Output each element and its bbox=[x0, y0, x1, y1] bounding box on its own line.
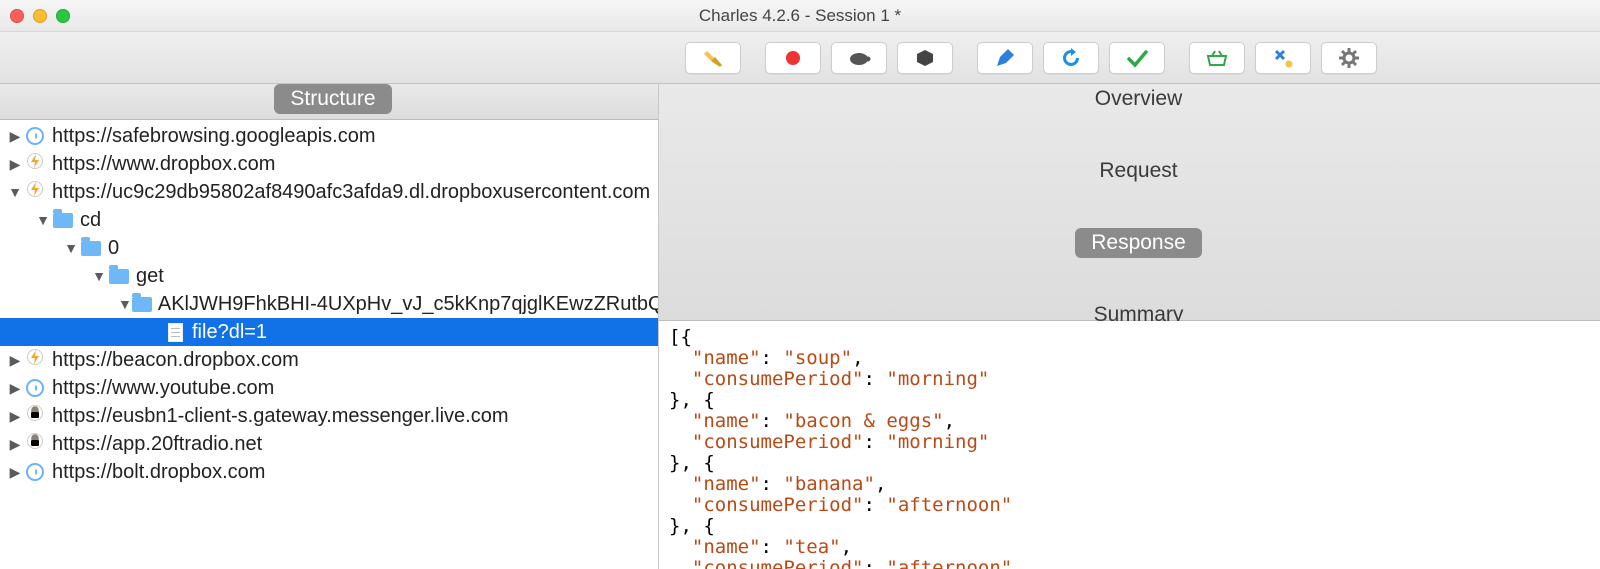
basket-button[interactable] bbox=[1189, 42, 1245, 74]
tree-row-label: get bbox=[136, 265, 164, 288]
tree-row[interactable]: ▼ https://uc9c29db95802af8490afc3afda9.dl… bbox=[0, 178, 658, 206]
window-title: Charles 4.2.6 - Session 1 * bbox=[0, 6, 1600, 26]
tree-row-label: https://bolt.dropbox.com bbox=[52, 461, 265, 484]
right-tab-overview[interactable]: Overview bbox=[1079, 84, 1199, 114]
tree-row[interactable]: ▶ https://app.20ftradio.net bbox=[0, 430, 658, 458]
window-zoom-button[interactable] bbox=[56, 9, 70, 23]
folder-icon bbox=[132, 293, 152, 315]
turtle-icon bbox=[847, 50, 871, 66]
globe-icon bbox=[24, 377, 46, 399]
tree-row-label: https://app.20ftradio.net bbox=[52, 433, 262, 456]
tree-row-label: https://uc9c29db95802af8490afc3afda9.dl.… bbox=[52, 181, 650, 204]
refresh-button[interactable] bbox=[1043, 42, 1099, 74]
tree-row[interactable]: ▶ https://beacon.dropbox.com bbox=[0, 346, 658, 374]
turtle-button[interactable] bbox=[831, 42, 887, 74]
tree-row-label: https://safebrowsing.googleapis.com bbox=[52, 125, 376, 148]
bolt-icon bbox=[24, 181, 46, 203]
tools-button[interactable] bbox=[1255, 42, 1311, 74]
check-button[interactable] bbox=[1109, 42, 1165, 74]
disclosure-right-icon[interactable]: ▶ bbox=[6, 156, 24, 173]
tree-row-label: AKlJWH9FhkBHI-4UXpHv_vJ_c5kKnp7qjglKEwzZ… bbox=[158, 293, 658, 316]
doc-icon bbox=[164, 321, 186, 343]
tree-row[interactable]: ▼0 bbox=[0, 234, 658, 262]
disclosure-down-icon[interactable]: ▼ bbox=[90, 268, 108, 284]
disclosure-down-icon[interactable]: ▼ bbox=[118, 296, 132, 312]
toolbar bbox=[0, 32, 1600, 84]
broom-icon bbox=[702, 47, 724, 69]
gear-icon bbox=[1338, 47, 1360, 69]
tree-row-label: 0 bbox=[108, 237, 119, 260]
tree-row-label: file?dl=1 bbox=[192, 321, 267, 344]
session-tree[interactable]: ▶ https://safebrowsing.googleapis.com ▶ htt… bbox=[0, 120, 658, 569]
globe-icon bbox=[24, 461, 46, 483]
folder-icon bbox=[108, 265, 130, 287]
toolbar-group-3 bbox=[977, 42, 1165, 74]
refresh-icon bbox=[1060, 47, 1082, 69]
right-tab-request[interactable]: Request bbox=[1083, 156, 1193, 186]
tree-row[interactable]: ▶ https://www.youtube.com bbox=[0, 374, 658, 402]
left-tabrow: StructureSequence bbox=[0, 84, 659, 120]
left-tab-structure[interactable]: Structure bbox=[274, 84, 391, 114]
tools-icon bbox=[1272, 47, 1294, 69]
basket-icon bbox=[1205, 49, 1229, 67]
tree-row-label: cd bbox=[80, 209, 101, 232]
disclosure-right-icon[interactable]: ▶ bbox=[6, 380, 24, 397]
tree-row-label: https://beacon.dropbox.com bbox=[52, 349, 299, 372]
tree-row-label: https://www.dropbox.com bbox=[52, 153, 275, 176]
record-icon bbox=[784, 49, 802, 67]
response-body[interactable]: [{ "name": "soup", "consumePeriod": "mor… bbox=[659, 321, 1600, 569]
tree-row[interactable]: ▼ get bbox=[0, 262, 658, 290]
folder-icon bbox=[52, 209, 74, 231]
disclosure-down-icon[interactable]: ▼ bbox=[34, 212, 52, 228]
toolbar-group-1 bbox=[685, 42, 741, 74]
tree-row[interactable]: ▶ https://bolt.dropbox.com bbox=[0, 458, 658, 486]
tree-row[interactable]: ▼ AKlJWH9FhkBHI-4UXpHv_vJ_c5kKnp7qjglKEwz… bbox=[0, 290, 658, 318]
disclosure-down-icon[interactable]: ▼ bbox=[6, 184, 24, 200]
titlebar: Charles 4.2.6 - Session 1 * bbox=[0, 0, 1600, 32]
hexagon-icon bbox=[915, 48, 935, 68]
tree-row-selected[interactable]: file?dl=1 bbox=[0, 318, 658, 346]
hexagon-button[interactable] bbox=[897, 42, 953, 74]
pen-icon bbox=[994, 47, 1016, 69]
tree-row[interactable]: ▶ https://eusbn1-client-s.gateway.messeng… bbox=[0, 402, 658, 430]
lock-icon bbox=[24, 405, 46, 427]
lock-icon bbox=[24, 433, 46, 455]
right-tab-response[interactable]: Response bbox=[1075, 228, 1202, 258]
toolbar-group-2 bbox=[765, 42, 953, 74]
window-close-button[interactable] bbox=[10, 9, 24, 23]
pen-button[interactable] bbox=[977, 42, 1033, 74]
tree-row[interactable]: ▼ cd bbox=[0, 206, 658, 234]
disclosure-right-icon[interactable]: ▶ bbox=[6, 464, 24, 481]
toolbar-group-4 bbox=[1189, 42, 1377, 74]
tree-row[interactable]: ▶ https://www.dropbox.com bbox=[0, 150, 658, 178]
tree-row-label: https://www.youtube.com bbox=[52, 377, 274, 400]
record-button[interactable] bbox=[765, 42, 821, 74]
disclosure-down-icon[interactable]: ▼ bbox=[62, 240, 80, 256]
disclosure-right-icon[interactable]: ▶ bbox=[6, 408, 24, 425]
globe-icon bbox=[24, 125, 46, 147]
disclosure-right-icon[interactable]: ▶ bbox=[6, 128, 24, 145]
tree-row[interactable]: ▶ https://safebrowsing.googleapis.com bbox=[0, 122, 658, 150]
disclosure-right-icon[interactable]: ▶ bbox=[6, 352, 24, 369]
bolt-icon bbox=[24, 153, 46, 175]
disclosure-right-icon[interactable]: ▶ bbox=[6, 436, 24, 453]
gear-button[interactable] bbox=[1321, 42, 1377, 74]
check-icon bbox=[1126, 47, 1148, 69]
right-tabrow: OverviewRequestResponseSummaryChartNotes bbox=[659, 84, 1600, 321]
tree-row-label: https://eusbn1-client-s.gateway.messenge… bbox=[52, 405, 509, 428]
bolt-icon bbox=[24, 349, 46, 371]
broom-button[interactable] bbox=[685, 42, 741, 74]
window-minimize-button[interactable] bbox=[33, 9, 47, 23]
folder-icon bbox=[80, 237, 102, 259]
